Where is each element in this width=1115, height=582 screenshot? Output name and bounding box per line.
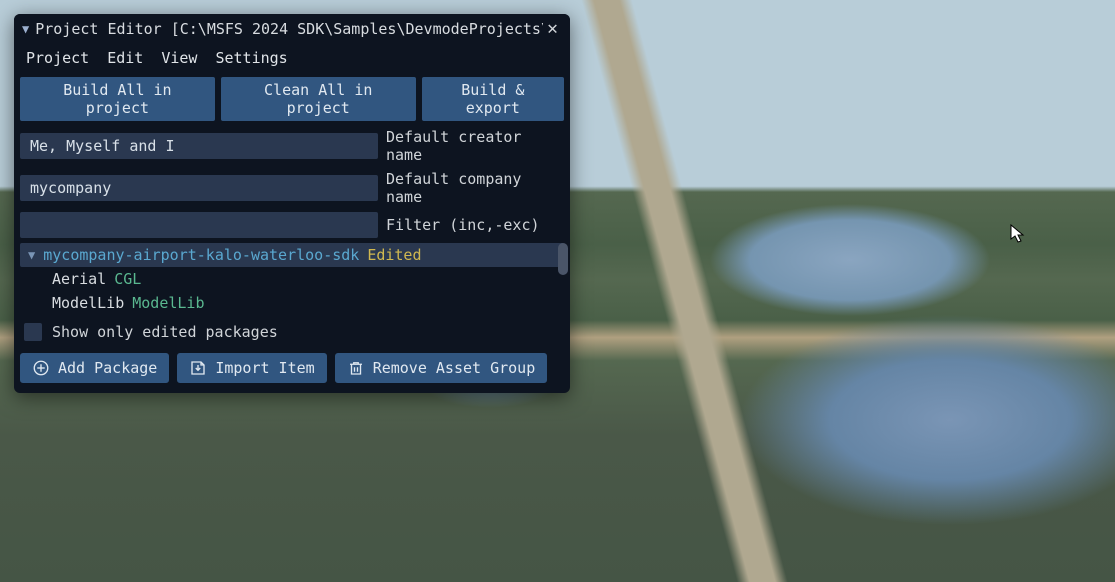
add-package-button[interactable]: Add Package — [20, 353, 169, 383]
import-icon — [189, 359, 207, 377]
mouse-cursor — [1010, 224, 1026, 244]
import-item-label: Import Item — [215, 359, 314, 377]
menu-edit[interactable]: Edit — [107, 49, 143, 67]
clean-all-button[interactable]: Clean All in project — [221, 77, 416, 121]
asset-row-aerial[interactable]: Aerial CGL — [20, 267, 564, 291]
company-name-input[interactable] — [20, 175, 378, 201]
remove-group-label: Remove Asset Group — [373, 359, 536, 377]
close-icon[interactable]: ✕ — [543, 18, 562, 39]
expand-icon[interactable]: ▼ — [28, 248, 35, 262]
creator-name-input[interactable] — [20, 133, 378, 159]
package-tree: ▼ mycompany-airport-kalo-waterloo-sdk Ed… — [14, 241, 570, 319]
menubar: Project Edit View Settings — [14, 43, 570, 73]
scrollbar-thumb[interactable] — [558, 243, 568, 275]
filter-row: Filter (inc,-exc) — [14, 209, 570, 241]
menu-project[interactable]: Project — [26, 49, 89, 67]
add-package-label: Add Package — [58, 359, 157, 377]
window-title: Project Editor [C:\MSFS 2024 SDK\Samples… — [35, 20, 543, 38]
filter-input[interactable] — [20, 212, 378, 238]
company-name-row: Default company name — [14, 167, 570, 209]
asset-type: CGL — [114, 270, 141, 288]
show-edited-row: Show only edited packages — [14, 319, 570, 345]
package-name: mycompany-airport-kalo-waterloo-sdk — [43, 246, 359, 264]
asset-row-modellib[interactable]: ModelLib ModelLib — [20, 291, 564, 315]
build-export-button[interactable]: Build & export — [422, 77, 564, 121]
creator-name-row: Default creator name — [14, 125, 570, 167]
plus-circle-icon — [32, 359, 50, 377]
filter-label: Filter (inc,-exc) — [386, 216, 564, 234]
collapse-icon[interactable]: ▼ — [22, 22, 29, 36]
asset-name: Aerial — [52, 270, 106, 288]
remove-asset-group-button[interactable]: Remove Asset Group — [335, 353, 548, 383]
creator-name-label: Default creator name — [386, 128, 564, 164]
company-name-label: Default company name — [386, 170, 564, 206]
titlebar[interactable]: ▼ Project Editor [C:\MSFS 2024 SDK\Sampl… — [14, 14, 570, 43]
import-item-button[interactable]: Import Item — [177, 353, 326, 383]
trash-icon — [347, 359, 365, 377]
build-button-row: Build All in project Clean All in projec… — [14, 73, 570, 125]
show-edited-label: Show only edited packages — [52, 323, 278, 341]
show-edited-checkbox[interactable] — [24, 323, 42, 341]
package-row[interactable]: ▼ mycompany-airport-kalo-waterloo-sdk Ed… — [20, 243, 564, 267]
build-all-button[interactable]: Build All in project — [20, 77, 215, 121]
asset-name: ModelLib — [52, 294, 124, 312]
package-status: Edited — [367, 246, 421, 264]
menu-settings[interactable]: Settings — [215, 49, 287, 67]
action-button-row: Add Package Import Item Remove Asset Gro… — [14, 345, 570, 393]
project-editor-panel: ▼ Project Editor [C:\MSFS 2024 SDK\Sampl… — [14, 14, 570, 393]
menu-view[interactable]: View — [161, 49, 197, 67]
asset-type: ModelLib — [132, 294, 204, 312]
